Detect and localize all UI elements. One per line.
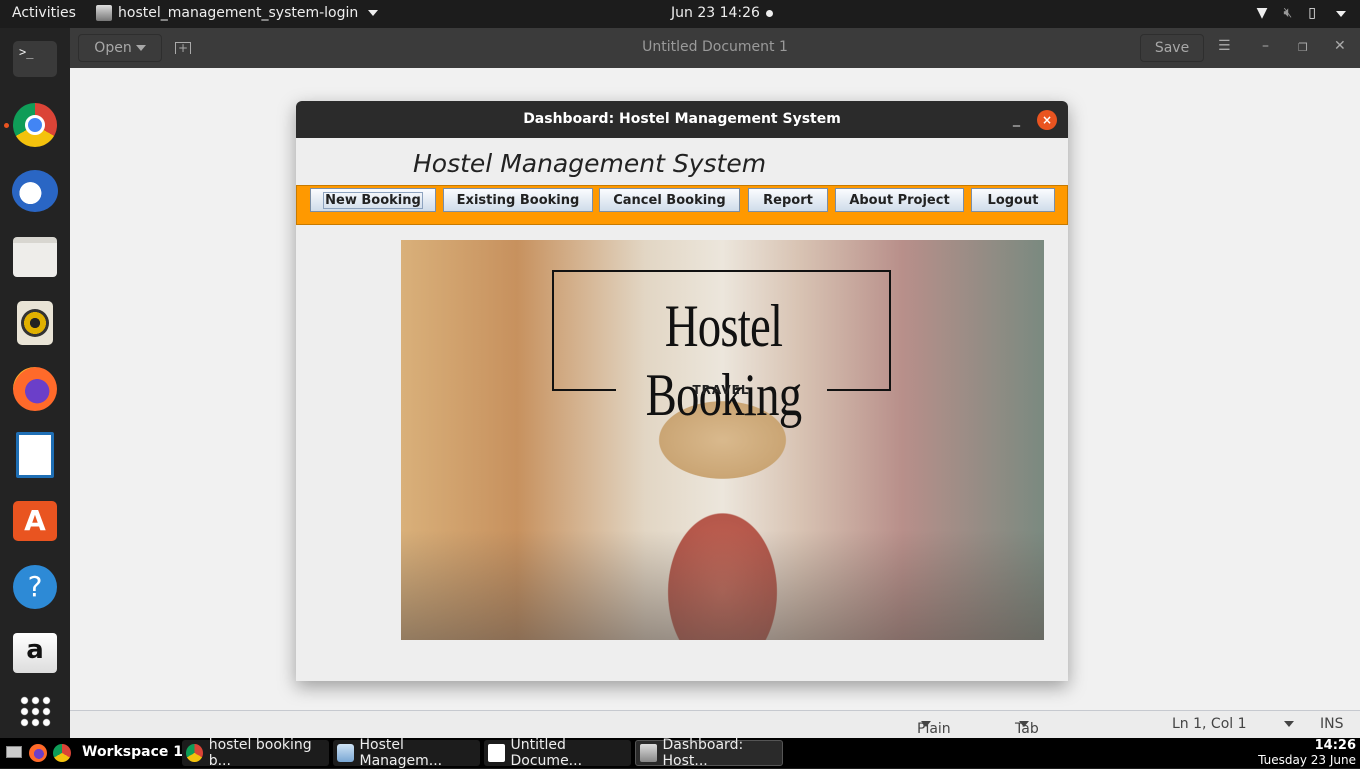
- wifi-icon: ▼: [1256, 5, 1268, 21]
- running-indicator: [4, 123, 9, 128]
- chrome-icon: [13, 103, 57, 147]
- show-desktop-icon[interactable]: [6, 746, 22, 758]
- chrome-icon: [186, 744, 203, 762]
- chrome-launcher-icon[interactable]: [53, 744, 71, 762]
- hero-title: Hostel Booking: [645, 293, 803, 428]
- taskbar-window-netbeans[interactable]: Hostel Managem...: [333, 737, 480, 769]
- taskbar-window-text-editor[interactable]: Untitled Docume...: [484, 737, 631, 769]
- chevron-down-icon: [921, 721, 931, 727]
- java-app-icon: [96, 5, 112, 21]
- taskbar-window-label: Dashboard: Host...: [662, 737, 744, 769]
- about-project-label: About Project: [849, 192, 950, 208]
- firefox-icon: [13, 367, 57, 411]
- logout-button[interactable]: Logout: [971, 188, 1055, 212]
- new-booking-label: New Booking: [323, 191, 423, 209]
- close-button[interactable]: ×: [1037, 110, 1057, 130]
- editor-status-bar: Plain Text Tab Width: 8 Ln 1, Col 1 INS: [70, 710, 1360, 769]
- minimize-button[interactable]: _: [1013, 101, 1020, 138]
- about-project-button[interactable]: About Project: [835, 188, 964, 212]
- terminal-icon: >_: [13, 41, 57, 77]
- dashboard-title: Dashboard: Hostel Management System: [523, 111, 841, 127]
- dock: >_ A ? a: [0, 28, 70, 738]
- volume-muted-icon: 🔇︎: [1283, 5, 1293, 21]
- existing-booking-button[interactable]: Existing Booking: [443, 188, 593, 212]
- dashboard-title-bar: Dashboard: Hostel Management System _ ×: [296, 101, 1068, 138]
- app-menu[interactable]: hostel_management_system-login: [96, 5, 379, 21]
- taskbar-window-dashboard[interactable]: Dashboard: Host...: [635, 737, 783, 769]
- top-bar: Activities hostel_management_system-logi…: [0, 0, 1360, 28]
- dock-item-rhythmbox[interactable]: [12, 300, 58, 346]
- speaker-icon: [17, 301, 53, 345]
- cancel-booking-label: Cancel Booking: [613, 192, 726, 208]
- thunderbird-icon: [12, 170, 58, 212]
- chevron-down-icon: [1019, 721, 1029, 727]
- folder-icon: [13, 237, 57, 277]
- show-apps-button[interactable]: [12, 688, 58, 734]
- existing-booking-label: Existing Booking: [456, 192, 580, 208]
- new-booking-button[interactable]: New Booking: [310, 188, 436, 212]
- help-icon: ?: [13, 565, 57, 609]
- save-button[interactable]: Save: [1140, 34, 1204, 62]
- workspace-label[interactable]: Workspace 1: [82, 744, 183, 760]
- java-icon: [640, 744, 657, 762]
- taskbar-window-chrome[interactable]: hostel booking b...: [182, 737, 329, 769]
- apps-grid-icon: [19, 695, 51, 727]
- hamburger-menu-icon[interactable]: ☰: [1218, 38, 1231, 54]
- taskbar: Workspace 1 hostel booking b... Hostel M…: [0, 737, 1360, 769]
- netbeans-icon: [337, 744, 354, 762]
- chevron-down-icon: [368, 10, 379, 16]
- activities-button[interactable]: Activities: [12, 5, 76, 21]
- dock-item-thunderbird[interactable]: [12, 168, 58, 214]
- taskbar-window-label: Untitled Docume...: [510, 737, 583, 769]
- dock-item-firefox[interactable]: [12, 366, 58, 412]
- chevron-down-icon: [1284, 721, 1294, 727]
- system-menu-caret-icon: [1336, 11, 1346, 17]
- clock-button[interactable]: Jun 23 14:26: [671, 5, 773, 21]
- nav-bar: New Booking Existing Booking Cancel Book…: [296, 185, 1068, 225]
- taskbar-time: 14:26: [1314, 738, 1356, 753]
- cancel-booking-button[interactable]: Cancel Booking: [599, 188, 740, 212]
- firefox-launcher-icon[interactable]: [29, 744, 47, 762]
- hero-image: Hostel Booking TRAVEL: [401, 240, 1044, 640]
- restore-icon[interactable]: ❐: [1298, 41, 1308, 54]
- dock-item-chrome[interactable]: [12, 102, 58, 148]
- app-heading: Hostel Management System: [413, 149, 767, 178]
- taskbar-window-label: Hostel Managem...: [359, 737, 443, 769]
- dock-item-files[interactable]: [12, 234, 58, 280]
- dock-item-help[interactable]: ?: [12, 564, 58, 610]
- close-icon[interactable]: ✕: [1334, 38, 1346, 54]
- report-label: Report: [763, 192, 813, 208]
- taskbar-window-label: hostel booking b...: [208, 737, 312, 769]
- dock-item-amazon[interactable]: a: [12, 630, 58, 676]
- software-center-icon: A: [13, 501, 57, 541]
- minimize-icon[interactable]: –: [1262, 38, 1269, 54]
- battery-icon: ▯: [1308, 5, 1316, 21]
- system-tray[interactable]: ▼ 🔇︎ ▯: [1257, 5, 1346, 21]
- taskbar-date: Tuesday 23 June: [1258, 753, 1356, 767]
- dashboard-window: Dashboard: Hostel Management System _ × …: [296, 101, 1068, 681]
- report-button[interactable]: Report: [748, 188, 828, 212]
- dock-item-terminal[interactable]: >_: [12, 36, 58, 82]
- app-menu-label: hostel_management_system-login: [118, 5, 359, 21]
- editor-header-bar: Open + Untitled Document 1 Save ☰ – ❐ ✕: [70, 28, 1360, 68]
- hero-subtitle: TRAVEL: [692, 383, 750, 397]
- text-editor-icon: [488, 744, 505, 762]
- insert-mode: INS: [1320, 716, 1344, 732]
- amazon-icon: a: [13, 633, 57, 673]
- dock-item-software[interactable]: A: [12, 498, 58, 544]
- cursor-position: Ln 1, Col 1: [1172, 716, 1247, 732]
- logout-label: Logout: [987, 192, 1039, 208]
- writer-icon: [16, 432, 54, 478]
- taskbar-clock[interactable]: 14:26 Tuesday 23 June: [1258, 738, 1356, 768]
- clock-text: Jun 23 14:26: [671, 5, 760, 21]
- dock-item-writer[interactable]: [12, 432, 58, 478]
- save-label: Save: [1154, 40, 1190, 56]
- notification-dot-icon: [765, 9, 773, 17]
